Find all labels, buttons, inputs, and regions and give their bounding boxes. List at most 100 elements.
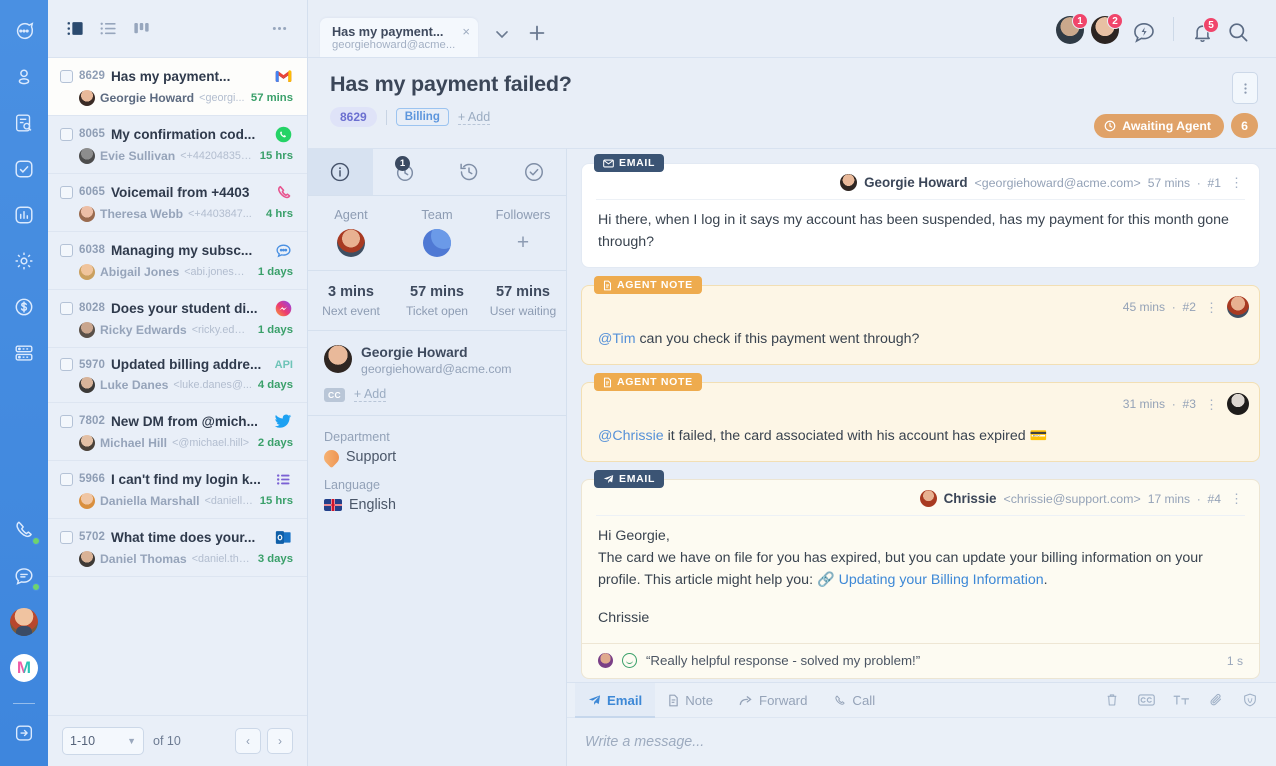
ticket-checkbox[interactable] (60, 358, 73, 371)
open-ticket-tab[interactable]: Has my payment... georgiehoward@acme... … (320, 18, 478, 57)
nav-logout[interactable] (7, 716, 41, 750)
board-view-icon[interactable] (132, 19, 151, 38)
tab-details[interactable] (308, 149, 373, 195)
ticket-list-item[interactable]: 6038 Managing my subsc... Abigail Jones … (48, 232, 307, 290)
next-page-button[interactable]: › (267, 728, 293, 754)
status-badge[interactable]: Awaiting Agent (1094, 113, 1224, 138)
more-dots-icon[interactable] (270, 19, 289, 38)
composer-tab-note[interactable]: Note (655, 683, 726, 718)
tab-timer[interactable]: 1 (373, 149, 438, 195)
ticket-row-primary: 5702 What time does your... (60, 528, 293, 546)
ticket-checkbox[interactable] (60, 185, 73, 199)
ticket-list-item[interactable]: 8629 Has my payment... Georgie Howard <g… (48, 58, 307, 116)
mention[interactable]: @Chrissie (598, 428, 664, 444)
nav-chat[interactable] (7, 14, 41, 48)
add-tag-button[interactable]: + Add (457, 110, 491, 125)
assign-agent[interactable]: Agent (308, 207, 394, 257)
agent-avatar-2[interactable]: 2 (1091, 13, 1123, 44)
composer-tab-email[interactable]: Email (575, 682, 656, 718)
bell-icon[interactable]: 5 (1191, 17, 1219, 44)
message-input-placeholder: Write a message... (585, 734, 705, 750)
shield-icon[interactable] (1233, 692, 1276, 708)
ticket-list-item[interactable]: 5966 I can't find my login k... Daniella… (48, 461, 307, 519)
message-email-outbound[interactable]: EMAIL Chrissie <chrissie@support.com> 17… (581, 470, 1260, 679)
avatar (10, 608, 38, 636)
ticket-tag[interactable]: Billing (395, 108, 449, 126)
ticket-list-item[interactable]: 7802 New DM from @mich... Michael Hill <… (48, 403, 307, 461)
split-view-icon[interactable] (66, 19, 85, 38)
cc-add-button[interactable]: + Add (353, 387, 387, 402)
ticket-menu-button[interactable] (1232, 72, 1258, 104)
article-link[interactable]: Updating your Billing Information (839, 572, 1044, 588)
ticket-list-item[interactable]: 8028 Does your student di... Ricky Edwar… (48, 290, 307, 348)
message-time-num: 57 mins · #1 (1147, 175, 1221, 190)
ticket-list-item[interactable]: 6065 Voicemail from +4403 Theresa Webb <… (48, 174, 307, 232)
ticket-checkbox[interactable] (60, 530, 73, 544)
field-value-language[interactable]: English (324, 497, 550, 513)
ticket-checkbox[interactable] (60, 414, 73, 428)
message-body: Hi there, when I log in it says my accou… (598, 212, 1229, 250)
ticket-header-right: Awaiting Agent 6 (1094, 72, 1258, 138)
new-tab-plus-icon[interactable] (526, 22, 548, 44)
nav-contacts[interactable] (7, 60, 41, 94)
list-view-icon[interactable] (99, 19, 118, 38)
message-time-num: 17 mins · #4 (1147, 491, 1221, 506)
paperclip-icon[interactable] (1199, 692, 1233, 708)
ticket-row-secondary: Theresa Webb <+4403847... 4 hrs (60, 206, 293, 222)
trash-icon[interactable] (1095, 692, 1129, 708)
prev-page-button[interactable]: ‹ (235, 728, 261, 754)
ticket-list-item[interactable]: 5702 What time does your... Daniel Thoma… (48, 519, 307, 577)
nav-reports[interactable] (7, 198, 41, 232)
stat-next-event: 3 mins Next event (308, 284, 394, 318)
tab-resolved[interactable] (502, 149, 567, 195)
message-email-inbound[interactable]: EMAIL Georgie Howard <georgiehoward@acme… (581, 154, 1260, 268)
nav-brand-logo[interactable]: M (7, 651, 41, 685)
nav-search-docs[interactable] (7, 106, 41, 140)
info-tabs: 1 (308, 149, 566, 196)
message-input-area[interactable]: Write a message... (567, 718, 1276, 766)
page-range-select[interactable]: 1-10 ▼ (62, 727, 144, 755)
ticket-row-primary: 6065 Voicemail from +4403 (60, 183, 293, 201)
nav-profile-avatar[interactable] (7, 605, 41, 639)
message-menu-icon[interactable]: ⋮ (1203, 398, 1220, 411)
message-menu-icon[interactable]: ⋮ (1228, 492, 1245, 505)
ticket-checkbox[interactable] (60, 69, 73, 83)
nav-messages[interactable] (7, 559, 41, 593)
mention[interactable]: @Tim (598, 331, 636, 347)
chevron-down-icon[interactable] (492, 24, 512, 44)
nav-phone[interactable] (7, 513, 41, 547)
ticket-list-item[interactable]: 8065 My confirmation cod... Evie Sulliva… (48, 116, 307, 174)
plus-icon[interactable]: + (480, 229, 566, 257)
ticket-checkbox[interactable] (60, 243, 73, 257)
tab-subtitle: georgiehoward@acme... (332, 39, 456, 51)
ticket-list-scroll[interactable]: 8629 Has my payment... Georgie Howard <g… (48, 58, 307, 715)
cc-icon[interactable] (1129, 693, 1164, 707)
nav-settings[interactable] (7, 244, 41, 278)
ticket-checkbox[interactable] (60, 301, 73, 315)
tab-history[interactable] (437, 149, 502, 195)
contact-row[interactable]: Georgie Howard georgiehoward@acme.com (324, 345, 550, 376)
composer-tab-call[interactable]: Call (820, 683, 888, 718)
search-icon[interactable] (1226, 20, 1250, 44)
message-list[interactable]: EMAIL Georgie Howard <georgiehoward@acme… (567, 149, 1276, 682)
composer-tab-forward[interactable]: Forward (726, 683, 820, 718)
message-agent-note[interactable]: AGENT NOTE 31 mins · #3 ⋮ @Chrissie it f… (581, 373, 1260, 462)
message-time-num: 31 mins · #3 (1122, 397, 1196, 411)
ticket-list-item[interactable]: 5970 Updated billing addre... API Luke D… (48, 348, 307, 403)
nav-billing[interactable] (7, 290, 41, 324)
nav-servers[interactable] (7, 336, 41, 370)
message-agent-note[interactable]: AGENT NOTE 45 mins · #2 ⋮ @Tim can you c… (581, 276, 1260, 365)
message-menu-icon[interactable]: ⋮ (1228, 176, 1245, 189)
agent-avatar-1[interactable]: 1 (1056, 13, 1088, 44)
close-icon[interactable]: × (462, 25, 470, 38)
ticket-checkbox[interactable] (60, 472, 73, 486)
assign-followers[interactable]: Followers + (480, 207, 566, 257)
message-menu-icon[interactable]: ⋮ (1203, 301, 1220, 314)
text-format-icon[interactable] (1164, 692, 1199, 708)
lightning-chat-icon[interactable] (1132, 20, 1156, 44)
ticket-subject: New DM from @mich... (110, 413, 258, 429)
nav-tasks[interactable] (7, 152, 41, 186)
field-value-department[interactable]: Support (320, 446, 550, 468)
assign-team[interactable]: Team (394, 207, 480, 257)
ticket-checkbox[interactable] (60, 127, 73, 141)
